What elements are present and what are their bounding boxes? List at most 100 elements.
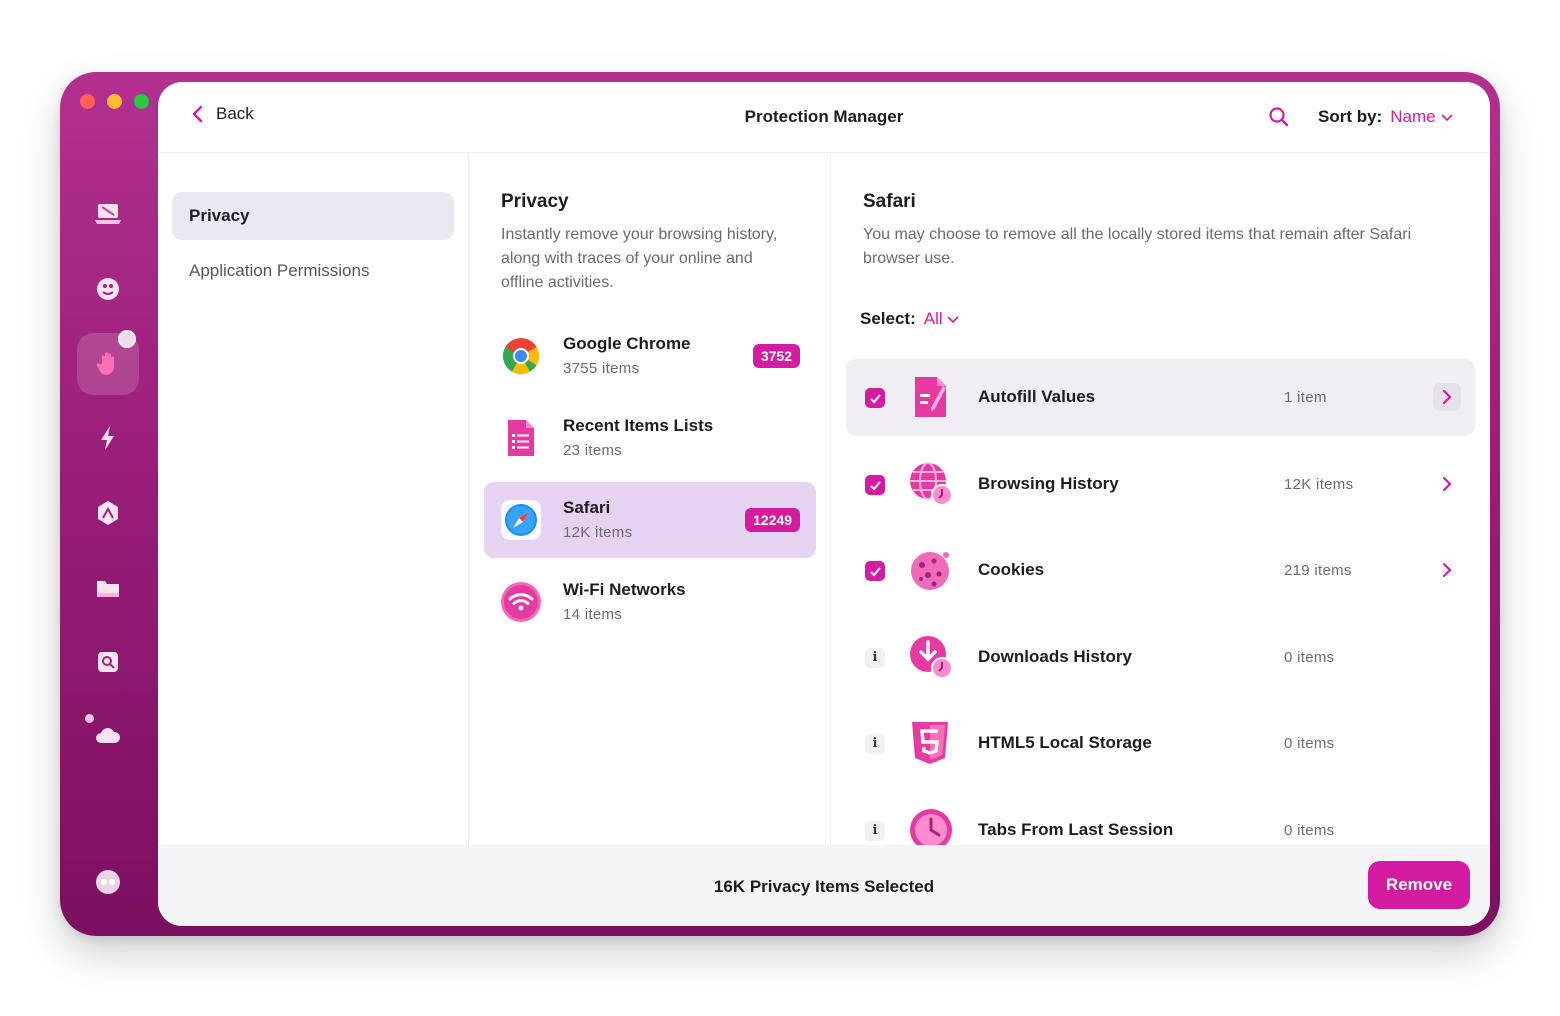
chevron-down-icon xyxy=(1441,114,1453,122)
sort-dropdown[interactable]: Name xyxy=(1390,107,1453,127)
detail-panel-title: Safari xyxy=(863,191,916,212)
detail-panel-description: You may choose to remove all the locally… xyxy=(863,226,1412,267)
nav-my-clutter[interactable] xyxy=(77,557,139,619)
expand-button[interactable] xyxy=(1433,383,1461,411)
download-clock-icon xyxy=(910,636,953,679)
item-label: Downloads History xyxy=(978,647,1132,666)
main-content: Back Protection Manager Sort by: Name Pr… xyxy=(158,82,1490,926)
app-window: Back Protection Manager Sort by: Name Pr… xyxy=(60,72,1500,936)
html5-icon xyxy=(912,722,948,764)
selection-status: 16K Privacy Items Selected xyxy=(713,877,935,896)
assistant-toggle-icon xyxy=(96,870,120,894)
item-count: 1 item xyxy=(1284,389,1327,406)
nav-system-junk[interactable] xyxy=(77,182,139,244)
app-name: Safari xyxy=(563,498,611,517)
app-item-google-chrome[interactable]: Google Chrome 3755 items 3752 xyxy=(484,318,816,394)
item-count: 0 items xyxy=(1284,822,1335,839)
category-application-permissions[interactable]: Application Permissions xyxy=(172,247,454,295)
select-dropdown[interactable]: All xyxy=(924,309,960,329)
select-value: All xyxy=(923,309,943,328)
app-item-wifi-networks[interactable]: Wi-Fi Networks 14 items xyxy=(484,564,816,640)
checkbox-checked[interactable] xyxy=(865,388,885,408)
item-label: Cookies xyxy=(978,560,1045,579)
wifi-icon xyxy=(501,582,541,622)
info-icon[interactable]: i xyxy=(865,734,885,754)
nav-speed[interactable] xyxy=(77,407,139,469)
expand-button[interactable] xyxy=(1433,556,1461,584)
sort-value: Name xyxy=(1390,107,1436,126)
chrome-icon xyxy=(502,338,540,375)
privacy-panel-description: Instantly remove your browsing history, … xyxy=(501,226,778,291)
item-row-autofill-values[interactable]: Autofill Values 1 item xyxy=(846,359,1475,436)
app-name: Wi-Fi Networks xyxy=(563,580,686,599)
item-label: HTML5 Local Storage xyxy=(978,733,1152,752)
chevron-right-icon xyxy=(1442,389,1452,405)
biohazard-orb-icon xyxy=(97,278,119,300)
count-badge: 12249 xyxy=(745,508,800,532)
folder-icon xyxy=(97,581,119,597)
app-count: 14 items xyxy=(563,606,623,623)
checkbox-checked[interactable] xyxy=(865,561,885,581)
checkbox-checked[interactable] xyxy=(865,475,885,495)
privacy-panel: Privacy Instantly remove your browsing h… xyxy=(469,153,831,845)
item-row-cookies[interactable]: Cookies 219 items xyxy=(846,532,1475,609)
item-row-downloads-history[interactable]: i Downloads History 0 items xyxy=(846,619,1475,696)
info-icon[interactable]: i xyxy=(865,648,885,668)
search-icon[interactable] xyxy=(1268,106,1290,128)
protection-status-dot xyxy=(118,330,136,348)
document-list-icon xyxy=(508,420,534,456)
checkmark-icon xyxy=(869,393,881,403)
nav-space-lens[interactable] xyxy=(77,631,139,693)
laptop-icon xyxy=(95,204,121,224)
info-icon[interactable]: i xyxy=(865,821,885,841)
globe-clock-icon xyxy=(910,462,953,506)
item-label: Tabs From Last Session xyxy=(978,820,1174,839)
nav-assistant[interactable] xyxy=(77,851,139,913)
expand-button[interactable] xyxy=(1433,470,1461,498)
chevron-right-icon xyxy=(1442,476,1452,492)
safari-compass-icon xyxy=(501,500,541,540)
item-count: 219 items xyxy=(1284,562,1352,579)
item-label: Autofill Values xyxy=(978,387,1096,406)
page-title: Protection Manager xyxy=(744,107,904,126)
cloud-status-dot xyxy=(85,714,94,723)
item-label: Browsing History xyxy=(978,474,1119,493)
lightning-icon xyxy=(101,426,114,450)
hand-stop-icon xyxy=(96,352,114,375)
item-count: 0 items xyxy=(1284,649,1335,666)
select-control: Select: All xyxy=(860,309,960,329)
app-name: Google Chrome xyxy=(563,334,691,353)
item-count: 12K items xyxy=(1284,476,1354,493)
chevron-right-icon xyxy=(1442,562,1452,578)
cookie-icon xyxy=(911,552,949,590)
app-item-recent-items-lists[interactable]: Recent Items Lists 23 items xyxy=(484,400,816,476)
item-row-html5-local-storage[interactable]: i HTML5 Local Storage 0 items xyxy=(846,705,1475,782)
nav-applications[interactable] xyxy=(77,482,139,544)
autofill-document-icon xyxy=(915,377,946,417)
select-label: Select: xyxy=(860,309,916,328)
remove-button[interactable]: Remove xyxy=(1368,861,1470,909)
app-item-safari[interactable]: Safari 12K items 12249 xyxy=(484,482,816,558)
app-name: Recent Items Lists xyxy=(563,416,714,435)
cloud-icon xyxy=(96,728,121,743)
item-row-browsing-history[interactable]: Browsing History 12K items xyxy=(846,446,1475,523)
app-count: 3755 items xyxy=(563,360,640,377)
category-privacy[interactable]: Privacy xyxy=(172,192,454,240)
sort-control[interactable]: Sort by: Name xyxy=(1318,107,1454,127)
item-count: 0 items xyxy=(1284,735,1335,752)
nav-malware[interactable] xyxy=(77,258,139,320)
app-count: 12K items xyxy=(563,524,633,541)
checkmark-icon xyxy=(869,566,881,576)
privacy-panel-title: Privacy xyxy=(501,191,569,212)
module-sidebar xyxy=(60,72,158,936)
count-badge: 3752 xyxy=(752,344,800,368)
footer-bar: 16K Privacy Items Selected Remove xyxy=(158,845,1490,926)
chevron-down-icon xyxy=(947,316,959,324)
apps-hexagon-icon xyxy=(98,501,118,525)
disk-search-icon xyxy=(98,652,118,672)
top-bar: Back Protection Manager Sort by: Name xyxy=(158,82,1490,153)
checkmark-icon xyxy=(869,480,881,490)
detail-panel: Safari You may choose to remove all the … xyxy=(831,153,1490,851)
sort-label: Sort by: xyxy=(1318,107,1383,126)
category-list: Privacy Application Permissions xyxy=(158,153,469,845)
